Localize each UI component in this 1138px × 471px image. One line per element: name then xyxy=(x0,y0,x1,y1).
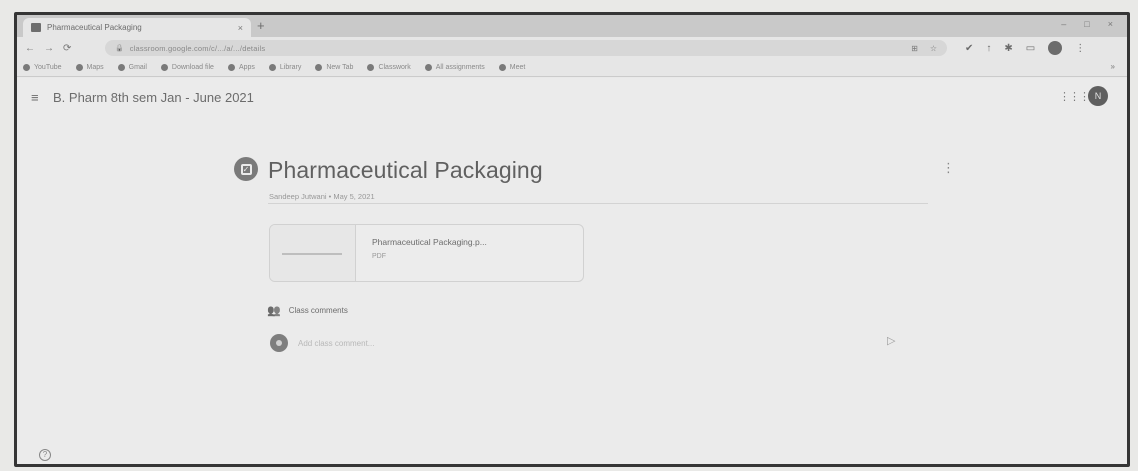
newtab-icon xyxy=(315,64,323,71)
minimize-button[interactable]: – xyxy=(1061,19,1066,29)
bookmark-label: YouTube xyxy=(34,64,62,71)
attachment-type: PDF xyxy=(372,253,386,260)
attachment-info: Pharmaceutical Packaging.p... PDF xyxy=(356,225,487,281)
post-title: Pharmaceutical Packaging xyxy=(268,157,543,183)
tab-strip: Pharmaceutical Packaging × + – □ × xyxy=(17,15,1127,37)
attachment-name: Pharmaceutical Packaging.p... xyxy=(372,237,487,247)
bookmark-item[interactable]: Library xyxy=(268,64,302,71)
translate-icon[interactable]: ⊞ xyxy=(911,44,918,53)
chrome-menu-icon[interactable]: ⋮ xyxy=(1075,43,1085,54)
bookmark-item[interactable]: Apps xyxy=(227,64,255,71)
bookmark-label: Maps xyxy=(86,64,104,71)
browser-window: Pharmaceutical Packaging × + – □ × ← → ⟳… xyxy=(14,12,1130,467)
main-menu-icon[interactable]: ≡ xyxy=(31,90,39,105)
bookmark-label: Gmail xyxy=(128,64,147,71)
google-apps-icon[interactable]: ⋮⋮⋮ xyxy=(1059,90,1090,103)
tab-close-icon[interactable]: × xyxy=(238,23,243,33)
extension-check-icon[interactable]: ✔ xyxy=(965,43,973,54)
class-comments-header: 👥 Class comments xyxy=(267,304,348,317)
profile-avatar-icon[interactable] xyxy=(1048,41,1063,55)
bookmark-label: All assignments xyxy=(435,64,485,71)
classroom-header: ≡ B. Pharm 8th sem Jan - June 2021 ⋮⋮⋮ N xyxy=(17,78,1127,116)
omnibox-actions: ⊞ ☆ xyxy=(911,44,937,53)
bookmark-item[interactable]: Meet xyxy=(498,64,526,71)
comment-input[interactable] xyxy=(298,336,888,350)
account-avatar[interactable]: N xyxy=(1088,86,1108,106)
maximize-button[interactable]: □ xyxy=(1084,19,1089,29)
maps-icon xyxy=(75,64,83,71)
divider xyxy=(268,203,928,204)
bookmark-label: Classwork xyxy=(378,64,411,71)
people-icon: 👥 xyxy=(267,305,281,317)
forward-icon[interactable]: → xyxy=(44,43,54,54)
attachment-card[interactable]: Pharmaceutical Packaging.p... PDF xyxy=(269,224,584,282)
bookmark-item[interactable]: All assignments xyxy=(424,64,485,71)
bookmark-star-icon[interactable]: ☆ xyxy=(930,44,937,53)
tab-title: Pharmaceutical Packaging xyxy=(47,23,142,32)
send-icon[interactable]: ▷ xyxy=(887,334,895,347)
url-text: classroom.google.com/c/.../a/.../details xyxy=(129,43,266,53)
lock-icon: 🔒 xyxy=(115,45,124,52)
post-meta: Sandeep Jutwani • May 5, 2021 xyxy=(269,192,375,201)
tab-classroom[interactable]: Pharmaceutical Packaging × xyxy=(23,18,251,37)
more-options-icon[interactable]: ⋮ xyxy=(942,160,955,176)
assignments-icon xyxy=(424,64,432,71)
extensions-area: ✔ ↑ ✱ ▭ ⋮ xyxy=(947,41,1085,55)
close-window-button[interactable]: × xyxy=(1108,19,1113,29)
attachment-thumbnail xyxy=(270,225,356,281)
youtube-icon xyxy=(23,64,30,71)
apps-icon xyxy=(227,64,235,71)
window-controls: – □ × xyxy=(1061,19,1113,29)
bookmark-label: Apps xyxy=(238,64,255,71)
help-icon[interactable]: ? xyxy=(39,449,51,461)
assignment-icon: ✓ xyxy=(234,157,258,181)
bookmark-item[interactable]: Maps xyxy=(75,64,104,71)
gmail-icon xyxy=(117,64,125,71)
bookmark-label: Meet xyxy=(509,64,526,71)
reading-list-icon[interactable]: ▭ xyxy=(1026,43,1035,54)
class-title[interactable]: B. Pharm 8th sem Jan - June 2021 xyxy=(53,90,254,105)
reload-icon[interactable]: ⟳ xyxy=(63,43,71,54)
library-icon xyxy=(268,64,276,71)
bookmark-label: New Tab xyxy=(326,64,354,71)
class-comments-label[interactable]: Class comments xyxy=(289,306,348,315)
classwork-icon xyxy=(367,64,375,71)
classroom-favicon-icon xyxy=(31,23,41,32)
extension-puzzle-icon[interactable]: ✱ xyxy=(1004,43,1012,54)
bookmark-item[interactable]: Download file xyxy=(160,64,214,71)
new-tab-button[interactable]: + xyxy=(257,18,265,34)
bookmarks-bar: YouTube Maps Gmail Download file Apps Li… xyxy=(17,59,1127,77)
address-bar[interactable]: 🔒 classroom.google.com/c/.../a/.../detai… xyxy=(105,40,947,56)
bookmark-item[interactable]: YouTube xyxy=(23,64,62,71)
bookmark-item[interactable]: New Tab xyxy=(315,64,353,71)
user-avatar xyxy=(270,334,288,352)
browser-toolbar: ← → ⟳ 🔒 classroom.google.com/c/.../a/...… xyxy=(17,37,1127,59)
extension-icon[interactable]: ↑ xyxy=(986,43,991,54)
bookmark-label: Download file xyxy=(171,64,214,71)
bookmark-item[interactable]: Gmail xyxy=(117,64,147,71)
bookmark-label: Library xyxy=(279,64,302,71)
bookmarks-more-icon[interactable]: » xyxy=(1111,62,1115,71)
nav-buttons: ← → ⟳ xyxy=(17,43,105,54)
meet-icon xyxy=(498,64,506,71)
back-icon[interactable]: ← xyxy=(25,43,35,54)
classroom-page: ≡ B. Pharm 8th sem Jan - June 2021 ⋮⋮⋮ N… xyxy=(17,78,1127,464)
download-icon xyxy=(160,64,168,71)
bookmark-item[interactable]: Classwork xyxy=(367,64,411,71)
